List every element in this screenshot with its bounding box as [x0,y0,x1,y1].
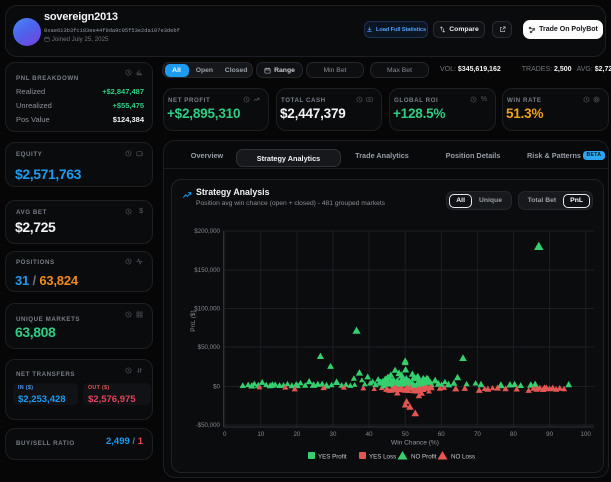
svg-text:50: 50 [402,431,409,438]
svg-text:40: 40 [366,431,373,438]
svg-text:30: 30 [330,431,337,438]
svg-text:$0: $0 [213,384,220,391]
svg-text:20: 20 [293,431,300,438]
svg-text:NO Profit: NO Profit [411,454,437,461]
svg-text:$150,000: $150,000 [194,267,220,274]
svg-text:NO Loss: NO Loss [451,454,475,461]
svg-text:70: 70 [474,431,481,438]
svg-text:$50,000: $50,000 [198,344,221,351]
svg-text:PnL ($): PnL ($) [190,310,197,331]
svg-text:$200,000: $200,000 [194,228,220,235]
svg-text:100: 100 [581,431,592,438]
svg-text:0: 0 [223,431,227,438]
svg-text:YES Profit: YES Profit [318,454,347,461]
svg-text:$100,000: $100,000 [194,306,220,313]
svg-text:YES Loss: YES Loss [369,454,396,461]
svg-text:10: 10 [257,431,264,438]
svg-text:90: 90 [546,431,553,438]
svg-text:80: 80 [510,431,517,438]
svg-text:-$50,000: -$50,000 [196,422,221,429]
svg-text:Win Chance (%): Win Chance (%) [391,440,439,447]
svg-text:60: 60 [438,431,445,438]
